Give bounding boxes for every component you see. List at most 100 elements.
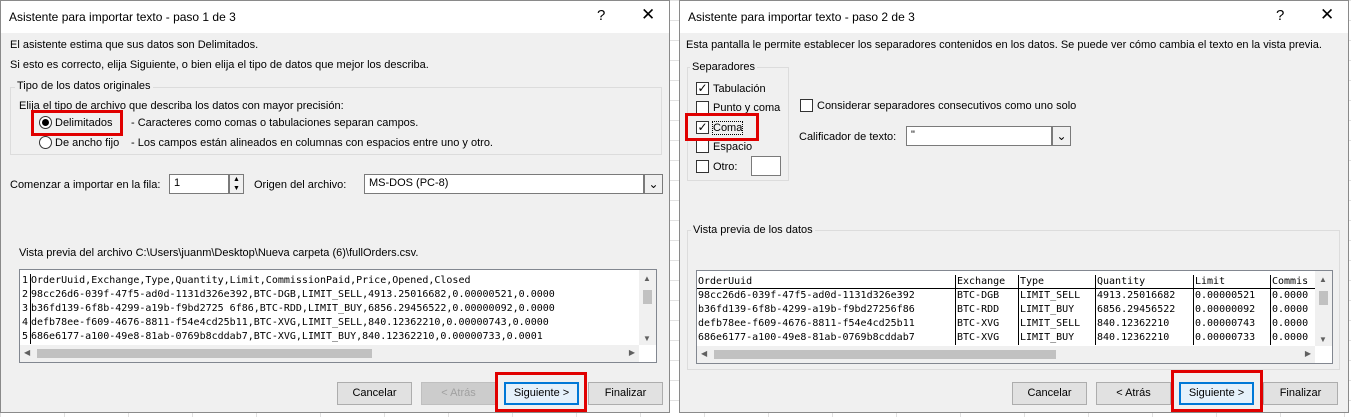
table-cell: BTC-XVG: [956, 331, 1019, 345]
table-cell: LIMIT_BUY: [1019, 303, 1096, 317]
fixed-width-description: - Los campos están alineados en columnas…: [131, 137, 493, 149]
column-header[interactable]: Quantity: [1096, 275, 1194, 289]
highlight-box: [1171, 370, 1263, 412]
table-cell: BTC-RDD: [956, 303, 1019, 317]
fixed-width-label[interactable]: De ancho fijo: [55, 137, 119, 149]
table-row: b36fd139-6f8b-4299-a19b-f9bd27256f86 BTC…: [697, 303, 1317, 317]
table-cell: 686e6177-a100-49e8-81ab-0769b8cddab7: [697, 331, 956, 345]
scroll-left-icon[interactable]: ◀: [701, 349, 707, 358]
table-cell: 0.00000743: [1194, 317, 1271, 331]
close-icon[interactable]: ✕: [641, 5, 655, 25]
column-header[interactable]: Commis: [1271, 275, 1317, 289]
chevron-down-icon[interactable]: ⌄: [644, 174, 663, 194]
table-cell: 840.12362210: [1096, 317, 1194, 331]
fixed-width-radio[interactable]: [39, 136, 52, 149]
spin-down-icon[interactable]: ▼: [230, 184, 243, 193]
scroll-up-icon[interactable]: ▲: [643, 274, 651, 283]
vertical-scrollbar[interactable]: ▲ ▼: [1315, 271, 1332, 346]
preview-line: defb78ee-f609-4676-8811-f54e4cd25b11,BTC…: [31, 317, 549, 328]
group-title: Tipo de los datos originales: [15, 80, 153, 92]
highlight-box: [685, 113, 759, 141]
table-cell: 98cc26d6-039f-47f5-ad0d-1131d326e392: [697, 289, 956, 303]
table-cell: 0.00000733: [1194, 331, 1271, 345]
file-origin-select[interactable]: MS-DOS (PC-8): [364, 174, 644, 194]
start-row-input[interactable]: 1: [169, 174, 229, 194]
scroll-right-icon[interactable]: ▶: [1305, 349, 1311, 358]
scroll-down-icon[interactable]: ▼: [643, 334, 651, 343]
back-button[interactable]: < Atrás: [421, 382, 496, 405]
scroll-thumb[interactable]: [714, 350, 1056, 359]
consecutive-label[interactable]: Considerar separadores consecutivos como…: [817, 100, 1076, 112]
table-cell: 0.0000: [1272, 332, 1309, 343]
table-cell: 0.0000: [1272, 304, 1309, 315]
finish-button[interactable]: Finalizar: [588, 382, 663, 405]
qualifier-label: Calificador de texto:: [799, 131, 897, 143]
scroll-thumb[interactable]: [37, 349, 372, 358]
group-title: Vista previa de los datos: [691, 224, 815, 236]
table-cell: LIMIT_SELL: [1019, 317, 1096, 331]
help-icon[interactable]: ?: [1276, 7, 1284, 24]
line-number: 1: [20, 274, 31, 288]
import-wizard-step2-dialog: Asistente para importar texto - paso 2 d…: [679, 0, 1349, 413]
scroll-thumb[interactable]: [643, 290, 652, 304]
group-title: Separadores: [690, 61, 757, 73]
table-row: 686e6177-a100-49e8-81ab-0769b8cddab7 BTC…: [697, 331, 1317, 345]
intro-text: Si esto es correcto, elija Siguiente, o …: [10, 59, 429, 71]
column-header[interactable]: Limit: [1194, 275, 1271, 289]
line-number: 5: [20, 330, 31, 344]
column-header[interactable]: OrderUuid: [697, 275, 956, 289]
file-origin-label: Origen del archivo:: [254, 179, 347, 191]
table-cell: 0.0000: [1272, 318, 1309, 329]
cancel-button[interactable]: Cancelar: [1012, 382, 1087, 405]
horizontal-scrollbar[interactable]: ◀ ▶: [697, 346, 1315, 363]
table-cell: b36fd139-6f8b-4299-a19b-f9bd27256f86: [697, 303, 956, 317]
tab-checkbox[interactable]: ✓: [696, 82, 709, 95]
dialog-title: Asistente para importar texto - paso 1 d…: [9, 10, 236, 24]
data-preview[interactable]: OrderUuid Exchange Type Quantity Limit C…: [696, 270, 1333, 364]
line-number: 3: [20, 302, 31, 316]
table-cell: LIMIT_SELL: [1019, 289, 1096, 303]
space-checkbox[interactable]: [696, 140, 709, 153]
title-bar: Asistente para importar texto - paso 2 d…: [680, 1, 1348, 33]
help-icon[interactable]: ?: [597, 7, 605, 24]
start-row-spinner[interactable]: ▲ ▼: [229, 174, 244, 194]
intro-text: El asistente estima que sus datos son De…: [10, 39, 259, 51]
preview-line: OrderUuid,Exchange,Type,Quantity,Limit,C…: [31, 275, 471, 286]
line-number: 2: [20, 288, 31, 302]
scroll-down-icon[interactable]: ▼: [1319, 335, 1327, 344]
table-row: defb78ee-f609-4676-8811-f54e4cd25b11 BTC…: [697, 317, 1317, 331]
vertical-scrollbar[interactable]: ▲ ▼: [639, 270, 656, 345]
scroll-up-icon[interactable]: ▲: [1319, 275, 1327, 284]
chevron-down-icon[interactable]: ⌄: [1052, 126, 1071, 146]
other-label[interactable]: Otro:: [713, 161, 737, 173]
delimited-description: - Caracteres como comas o tabulaciones s…: [131, 117, 419, 129]
finish-button[interactable]: Finalizar: [1263, 382, 1338, 405]
table-cell: 6856.29456522: [1096, 303, 1194, 317]
column-header[interactable]: Exchange: [956, 275, 1019, 289]
start-row-label: Comenzar a importar en la fila:: [10, 179, 161, 191]
table-row: 98cc26d6-039f-47f5-ad0d-1131d326e392 BTC…: [697, 289, 1317, 303]
preview-line: b36fd139-6f8b-4299-a19b-f9bd2725 6f86,BT…: [31, 303, 555, 314]
other-checkbox[interactable]: [696, 160, 709, 173]
back-button[interactable]: < Atrás: [1096, 382, 1171, 405]
space-label[interactable]: Espacio: [713, 141, 752, 153]
table-cell: BTC-XVG: [956, 317, 1019, 331]
highlight-box: [31, 110, 123, 136]
table-cell: 0.00000521: [1194, 289, 1271, 303]
scroll-thumb[interactable]: [1319, 291, 1328, 305]
horizontal-scrollbar[interactable]: ◀ ▶: [20, 345, 639, 362]
scroll-left-icon[interactable]: ◀: [24, 348, 30, 357]
tab-label[interactable]: Tabulación: [713, 83, 766, 95]
qualifier-select[interactable]: ": [906, 126, 1052, 146]
line-number: 4: [20, 316, 31, 330]
close-icon[interactable]: ✕: [1320, 5, 1334, 25]
other-separator-input[interactable]: [751, 156, 781, 176]
preview-label: Vista previa del archivo C:\Users\juanm\…: [19, 247, 419, 259]
spin-up-icon[interactable]: ▲: [230, 175, 243, 184]
cancel-button[interactable]: Cancelar: [337, 382, 412, 405]
column-header[interactable]: Type: [1019, 275, 1096, 289]
file-preview[interactable]: 1 OrderUuid,Exchange,Type,Quantity,Limit,…: [19, 269, 657, 363]
consecutive-checkbox[interactable]: [800, 99, 813, 112]
title-bar: Asistente para importar texto - paso 1 d…: [1, 1, 669, 33]
scroll-right-icon[interactable]: ▶: [629, 348, 635, 357]
